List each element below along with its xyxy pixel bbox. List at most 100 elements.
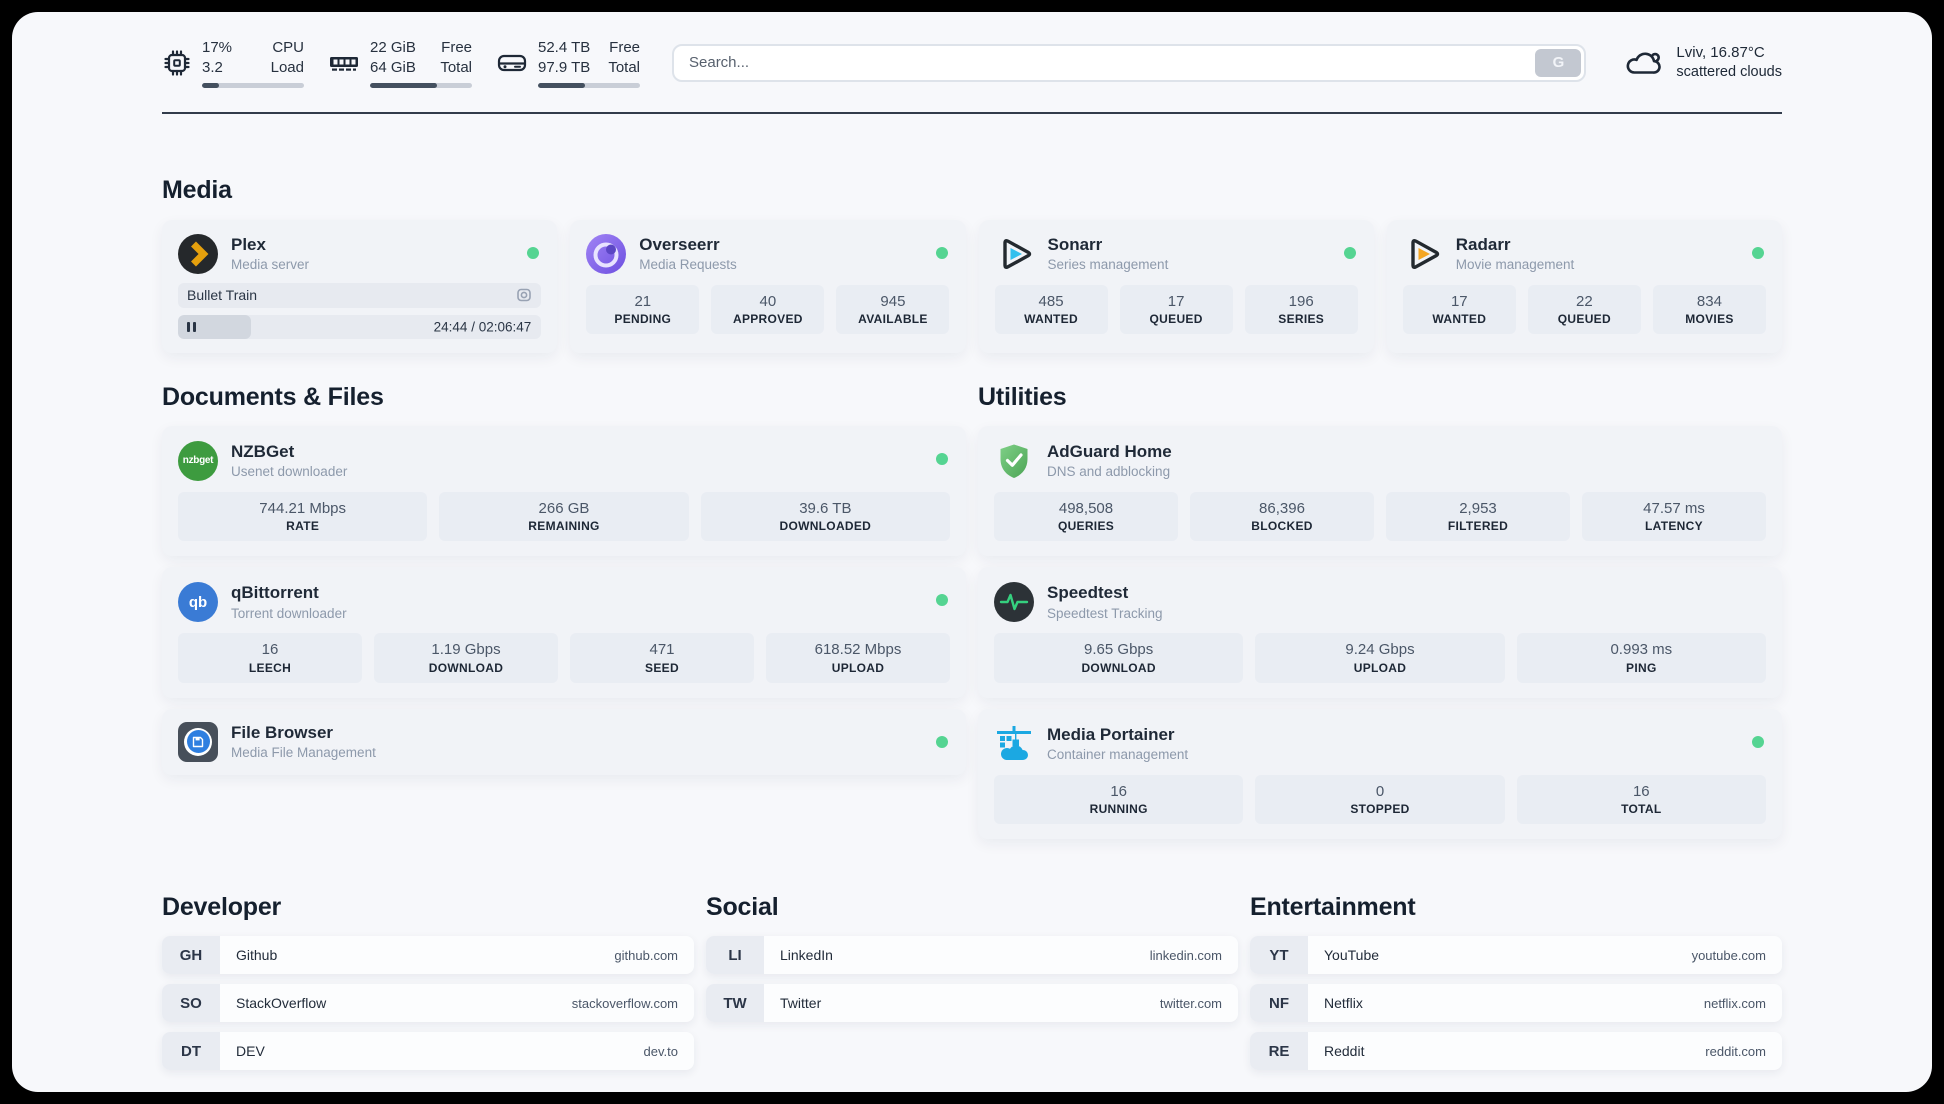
search-bar: G: [672, 43, 1587, 82]
app-card-nzbget[interactable]: nzbget NZBGet Usenet downloader 744.21 M…: [162, 425, 966, 557]
stat-wanted: 17 WANTED: [1402, 284, 1516, 335]
stat-queued: 22 QUEUED: [1527, 284, 1641, 335]
stat-label: QUEUED: [1149, 312, 1203, 327]
stat-value: 39.6 TB: [799, 499, 852, 517]
documents-column: Documents & Files nzbget NZBGet Usenet d…: [162, 383, 966, 840]
bookmark-url: twitter.com: [1159, 995, 1222, 1011]
app-name: File Browser: [231, 722, 334, 742]
ram-total-value: 64 GiB: [370, 58, 416, 76]
status-dot: [1752, 735, 1764, 748]
app-card-portainer[interactable]: Media Portainer Container management 16 …: [978, 708, 1782, 840]
stat-label: PING: [1626, 660, 1657, 675]
bookmark-name: Reddit: [1324, 1043, 1365, 1060]
stat-filtered: 2,953 FILTERED: [1386, 491, 1570, 542]
stat-value: 17: [1450, 292, 1468, 310]
app-card-qbittorrent[interactable]: qb qBittorrent Torrent downloader 16 LEE…: [162, 567, 966, 698]
nzbget-icon: nzbget: [178, 440, 218, 481]
sonarr-icon: [995, 234, 1035, 274]
app-card-sonarr[interactable]: Sonarr Series management 485 WANTED 17 Q…: [978, 219, 1374, 353]
bookmark-group-social: Social LI LinkedIn linkedin.com TW Twitt…: [706, 893, 1238, 1070]
playback-time: 24:44 / 02:06:47: [433, 319, 532, 335]
app-name: Plex: [231, 234, 266, 254]
bookmark-netflix[interactable]: NF Netflix netflix.com: [1250, 984, 1782, 1023]
stat-series: 196 SERIES: [1244, 284, 1358, 335]
bookmark-abbr: DT: [162, 1032, 220, 1071]
speedtest-icon: [994, 582, 1034, 623]
app-description: Movie management: [1455, 257, 1575, 273]
stat-label: TOTAL: [1621, 802, 1662, 817]
bookmark-url: stackoverflow.com: [571, 995, 678, 1011]
dashboard-page: 17% 3.2 CPU Load 22 GiB 64 GiB Free Tota…: [12, 12, 1932, 1092]
bookmark-stackoverflow[interactable]: SO StackOverflow stackoverflow.com: [162, 984, 694, 1023]
app-description: Container management: [1047, 747, 1189, 763]
section-title-utilities: Utilities: [978, 382, 1067, 411]
bookmark-url: dev.to: [643, 1043, 678, 1059]
stat-label: DOWNLOAD: [428, 660, 504, 675]
app-card-plex[interactable]: Plex Media server Bullet Train 24:44 / 0…: [162, 219, 558, 353]
bookmark-github[interactable]: GH Github github.com: [162, 936, 694, 975]
stat-approved: 40 APPROVED: [711, 284, 825, 335]
app-card-overseerr[interactable]: Overseerr Media Requests 21 PENDING 40 A…: [570, 219, 966, 353]
pause-icon[interactable]: [186, 321, 197, 333]
app-description: Torrent downloader: [231, 605, 347, 621]
utilities-column: Utilities AdGuard Home DNS and adblockin…: [978, 383, 1782, 840]
stat-stopped: 0 STOPPED: [1255, 774, 1505, 825]
bookmark-url: linkedin.com: [1149, 947, 1222, 963]
bookmark-twitter[interactable]: TW Twitter twitter.com: [706, 984, 1238, 1023]
bookmark-url: youtube.com: [1691, 947, 1766, 963]
search-input[interactable]: [677, 54, 1536, 72]
disk-free-value: 52.4 TB: [538, 39, 591, 56]
ram-free-value: 22 GiB: [370, 39, 416, 56]
bookmark-url: reddit.com: [1705, 1043, 1766, 1059]
app-name: qBittorrent: [231, 583, 319, 603]
bookmark-youtube[interactable]: YT YouTube youtube.com: [1250, 936, 1782, 975]
bookmark-group-developer: Developer GH Github github.com SO StackO…: [162, 893, 694, 1071]
ram-progress-fill: [370, 82, 438, 88]
stat-label: DOWNLOADED: [779, 519, 872, 534]
bookmark-linkedin[interactable]: LI LinkedIn linkedin.com: [706, 936, 1238, 975]
stat-label: WANTED: [1432, 312, 1487, 327]
bookmark-group-entertainment: Entertainment YT YouTube youtube.com NF …: [1250, 893, 1782, 1071]
app-card-radarr[interactable]: Radarr Movie management 17 WANTED 22 QUE…: [1386, 219, 1782, 353]
bookmark-name: LinkedIn: [780, 947, 833, 964]
stat-value: 485: [1038, 292, 1064, 310]
disk-icon: [497, 54, 527, 71]
search-engine-button[interactable]: G: [1535, 48, 1582, 77]
adguard-icon: [994, 441, 1034, 481]
app-card-adguard[interactable]: AdGuard Home DNS and adblocking 498,508 …: [978, 425, 1782, 557]
stat-value: 834: [1696, 292, 1722, 310]
stat-label: RUNNING: [1089, 802, 1148, 817]
stat-movies: 834 MOVIES: [1652, 284, 1766, 335]
stat-download: 1.19 Gbps DOWNLOAD: [374, 633, 558, 683]
stat-label: FILTERED: [1447, 519, 1509, 534]
stat-pending: 21 PENDING: [586, 284, 700, 335]
stat-ping: 0.993 ms PING: [1516, 633, 1766, 683]
stat-label: SERIES: [1278, 312, 1325, 327]
playback-progress-bar[interactable]: 24:44 / 02:06:47: [178, 314, 542, 339]
app-card-filebrowser[interactable]: File Browser Media File Management: [162, 708, 966, 775]
bookmark-name: Github: [236, 947, 278, 964]
overseerr-icon: [586, 233, 627, 274]
bookmark-abbr: SO: [162, 984, 220, 1023]
stat-wanted: 485 WANTED: [994, 284, 1108, 335]
app-card-speedtest[interactable]: Speedtest Speedtest Tracking 9.65 Gbps D…: [978, 567, 1782, 698]
stat-value: 16: [1632, 782, 1650, 800]
stat-value: 47.57 ms: [1643, 499, 1705, 517]
app-description: Media File Management: [231, 745, 376, 761]
stat-value: 1.19 Gbps: [431, 641, 501, 659]
section-title-entertainment: Entertainment: [1250, 893, 1416, 922]
stat-total: 16 TOTAL: [1516, 774, 1766, 825]
stat-label: AVAILABLE: [858, 312, 928, 327]
system-stats: 17% 3.2 CPU Load 22 GiB 64 GiB Free Tota…: [162, 38, 640, 88]
stat-label: REMAINING: [528, 519, 600, 534]
bookmark-dev[interactable]: DT DEV dev.to: [162, 1032, 694, 1071]
disk-progress-fill: [538, 82, 585, 88]
cpu-load-value: 3.2: [202, 58, 223, 76]
stat-label: LEECH: [248, 660, 292, 675]
status-dot: [1752, 246, 1764, 259]
ram-stat: 22 GiB 64 GiB Free Total: [328, 38, 472, 88]
cast-icon[interactable]: [516, 287, 532, 303]
bookmark-reddit[interactable]: RE Reddit reddit.com: [1250, 1032, 1782, 1071]
stat-label: BLOCKED: [1251, 519, 1313, 534]
stat-blocked: 86,396 BLOCKED: [1190, 491, 1374, 542]
